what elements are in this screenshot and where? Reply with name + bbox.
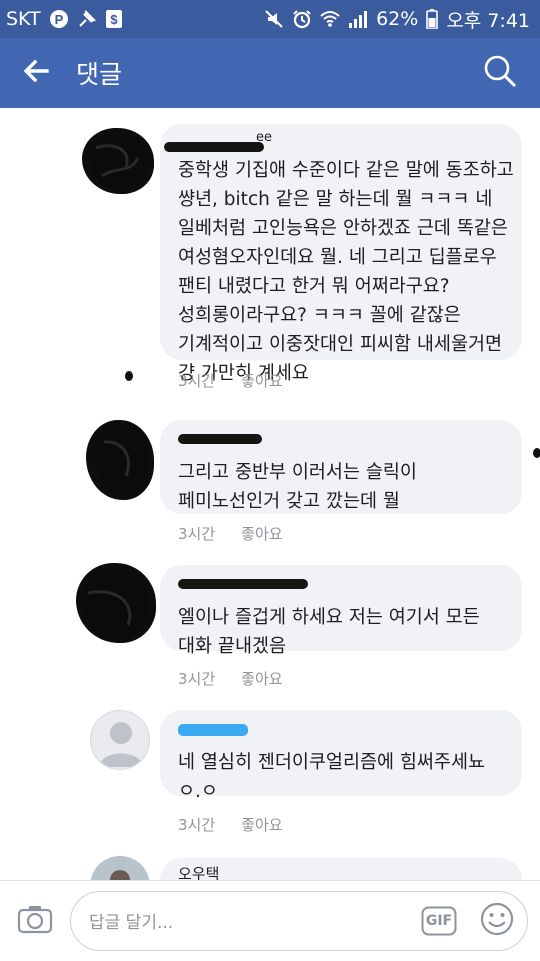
comment-time[interactable]: 3시간 [178,814,215,835]
signal-icon [348,10,368,28]
money-icon: $ [105,9,123,29]
comment-text-line: 중학생 기집애 수준이다 같은 말에 동조하고 [178,160,514,181]
camera-icon [17,904,53,938]
search-icon [482,53,518,93]
carrier-label: SKT [6,8,41,30]
camera-button[interactable] [0,881,70,961]
comment-meta: 3시간 좋아요 [178,814,283,835]
comment-time[interactable]: 3시간 [178,523,215,544]
author-name[interactable] [178,579,508,599]
like-button[interactable]: 좋아요 [241,370,282,391]
stray-mark [533,448,540,458]
gif-label: GIF [425,912,453,929]
avatar[interactable] [86,420,154,500]
wifi-icon [320,10,340,28]
comment-text-line: 썅년, bitch 같은 말 하는데 뭘 ㅋㅋㅋ 네 [178,189,493,210]
reply-input[interactable]: 답글 달기... GIF [70,890,528,951]
emoji-button[interactable] [477,901,517,941]
comment-bubble[interactable]: 엘이나 즐겁게 하세요 저는 여기서 모든 대화 끝내겠음 [160,565,522,657]
comment-time[interactable]: 3시간 [178,668,215,689]
clock: 오후 7:41 [446,9,530,32]
author-name[interactable]: 오우택 [178,864,508,880]
emoji-icon [479,901,515,941]
stray-mark [125,371,133,381]
status-right: 62% 오후 7:41 [264,6,530,33]
back-button[interactable] [0,38,72,108]
name-redaction [178,724,248,736]
comment-text-line: 기계적이고 이중잣대인 피씨함 내세울거면 [178,334,503,355]
reply-placeholder[interactable]: 답글 달기... [89,908,419,933]
avatar[interactable] [90,710,150,770]
comment-list[interactable]: ee 중학생 기집애 수준이다 같은 말에 동조하고 썅년, bitch 같은 … [0,108,540,880]
comment-meta: 3시간 좋아요 [178,370,283,391]
reply-footer: 답글 달기... GIF [0,880,540,960]
comment-text-line: 여성혐오자인데요 뭘. 네 그리고 딥플로우 [178,247,497,268]
comment-text-line: 팬티 내렸다고 한거 뭐 어쩌라구요? [178,276,450,297]
name-redaction [164,142,264,152]
author-name-fragment: ee [256,130,272,145]
pinterest-icon: P [49,9,69,29]
comment-text-line: 페미노선인거 갖고 깠는데 뭘 [178,491,400,512]
name-redaction [178,579,308,589]
back-arrow-icon [23,59,49,87]
status-bar: SKT P $ 62% 오후 7:41 [0,0,540,38]
search-button[interactable] [460,38,540,108]
like-button[interactable]: 좋아요 [241,523,282,544]
gif-button[interactable]: GIF [419,904,459,938]
avatar[interactable] [90,856,150,880]
like-button[interactable]: 좋아요 [241,668,282,689]
mute-icon [264,9,284,29]
alarm-icon [292,9,312,29]
comment-bubble[interactable]: 네 열심히 젠더이쿠얼리즘에 힘써주세뇨 ㅇ.ㅇ [160,710,522,802]
name-redaction [178,434,262,444]
author-name[interactable]: ee [164,130,508,152]
comment-text-line: 엘이나 즐겁게 하세요 저는 여기서 모든 [178,607,480,628]
comment-bubble[interactable]: 오우택 [160,858,522,880]
battery-percent: 62% [376,8,419,30]
comment-text-line: 성희롱이라구요? ㅋㅋㅋ 꼴에 같잖은 [178,305,461,326]
battery-icon [426,9,439,29]
comment-time[interactable]: 3시간 [178,370,215,391]
author-name[interactable] [178,434,508,454]
svg-text:P: P [54,12,63,27]
comment-text-line: 네 열심히 젠더이쿠얼리즘에 힘써주세뇨 [178,752,485,773]
app-bar: 댓글 [0,38,540,108]
comment-meta: 3시간 좋아요 [178,668,283,689]
comment-text-line: ㅇ.ㅇ [178,781,218,802]
status-left: SKT P $ [6,8,123,30]
comment-text-line: 일베처럼 고인능욕은 안하겠죠 근데 똑같은 [178,218,508,239]
avatar[interactable] [76,563,156,643]
pin-icon [77,9,97,29]
page-title: 댓글 [76,60,123,89]
default-user-icon [99,722,143,767]
avatar[interactable] [82,128,154,194]
comment-text-line: 그리고 중반부 이러서는 슬릭이 [178,462,417,483]
svg-text:$: $ [110,12,118,27]
comment-text-line: 대화 끝내겠음 [178,636,287,657]
comment-bubble[interactable]: 그리고 중반부 이러서는 슬릭이 페미노선인거 갖고 깠는데 뭘 [160,420,522,514]
author-name[interactable] [178,724,508,744]
like-button[interactable]: 좋아요 [241,814,282,835]
comment-bubble[interactable]: ee 중학생 기집애 수준이다 같은 말에 동조하고 썅년, bitch 같은 … [160,124,522,384]
comment-meta: 3시간 좋아요 [178,523,283,544]
